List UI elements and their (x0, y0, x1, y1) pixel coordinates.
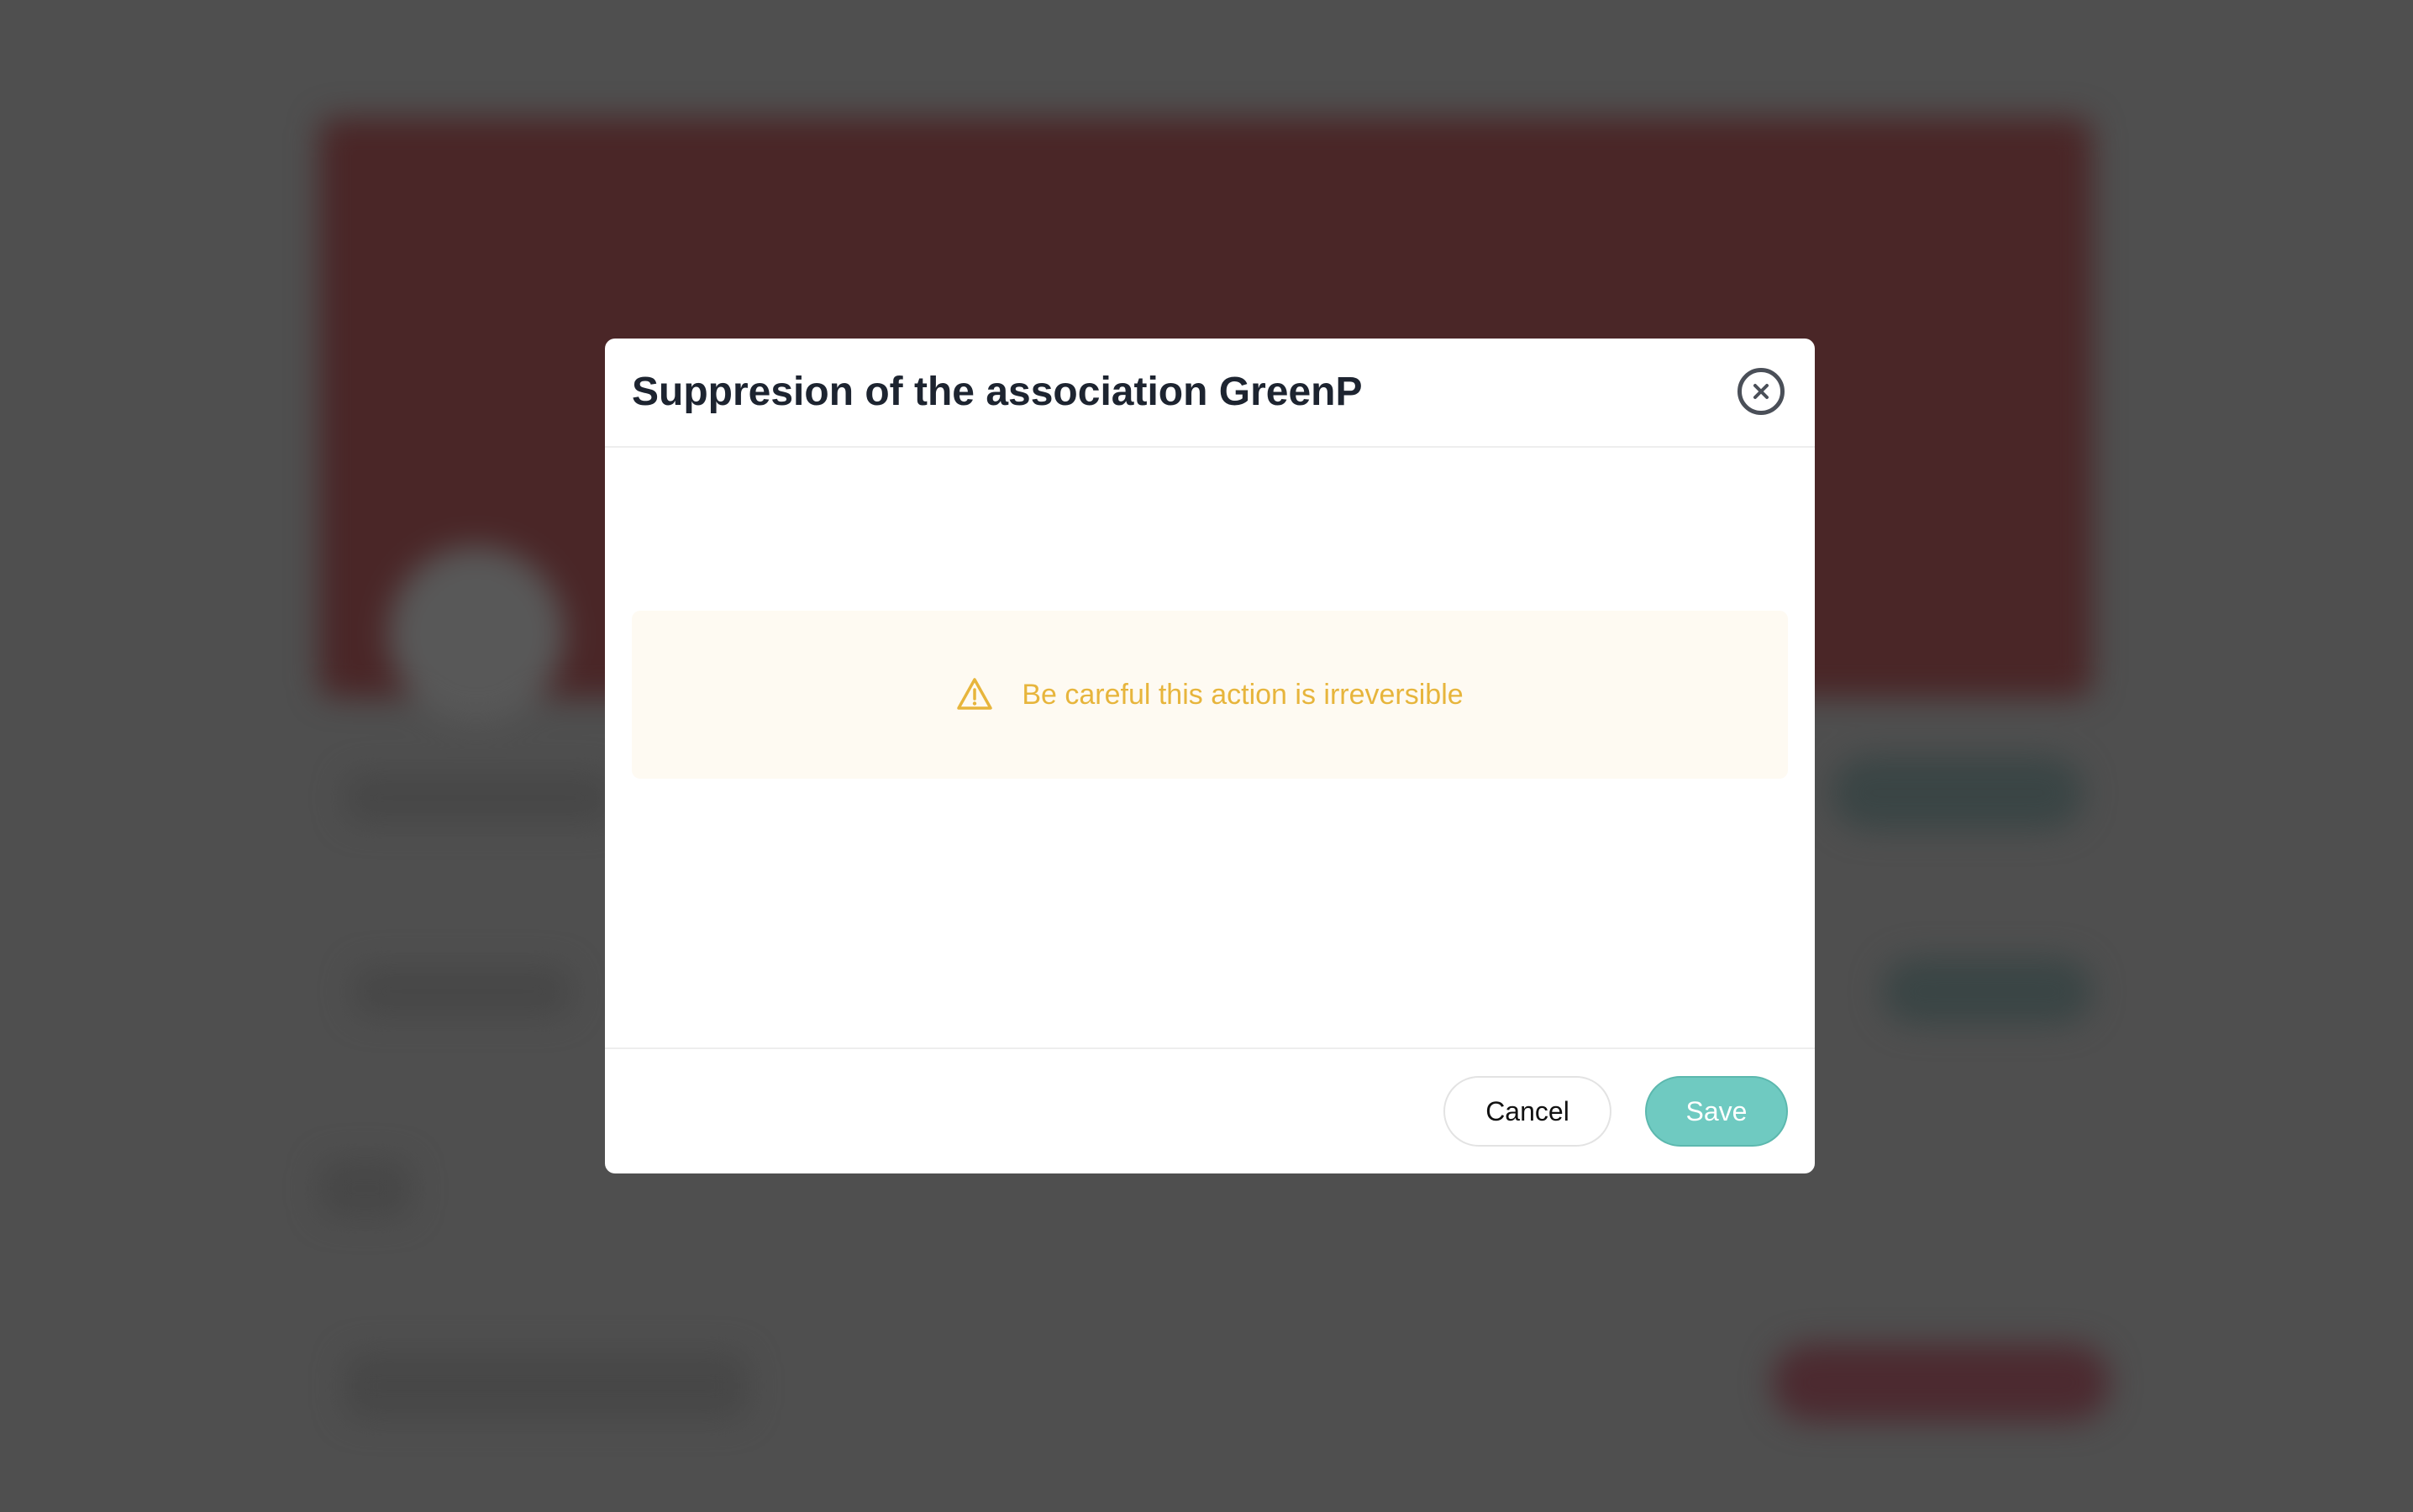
background-avatar (388, 546, 565, 722)
close-button[interactable] (1737, 368, 1785, 415)
background-input (344, 1352, 748, 1420)
background-small-block (319, 1159, 412, 1218)
warning-text: Be careful this action is irreversible (1022, 678, 1464, 711)
warning-triangle-icon (956, 676, 993, 713)
modal-body: Be careful this action is irreversible (605, 449, 1815, 1049)
background-teal-button-2 (1882, 958, 2092, 1025)
background-red-button (1773, 1344, 2109, 1421)
modal-title: Suppresion of the association GreenP (632, 370, 1363, 414)
background-heading (344, 773, 613, 823)
modal-footer: Cancel Save (605, 1047, 1815, 1173)
warning-alert: Be careful this action is irreversible (632, 611, 1788, 779)
close-circle-icon (1753, 384, 1769, 399)
cancel-button[interactable]: Cancel (1443, 1076, 1611, 1147)
background-teal-button (1832, 756, 2084, 830)
modal-header: Suppresion of the association GreenP (605, 339, 1815, 448)
background-label (353, 966, 571, 1016)
delete-association-modal: Suppresion of the association GreenP Be … (605, 339, 1815, 1173)
save-button[interactable]: Save (1645, 1076, 1788, 1147)
